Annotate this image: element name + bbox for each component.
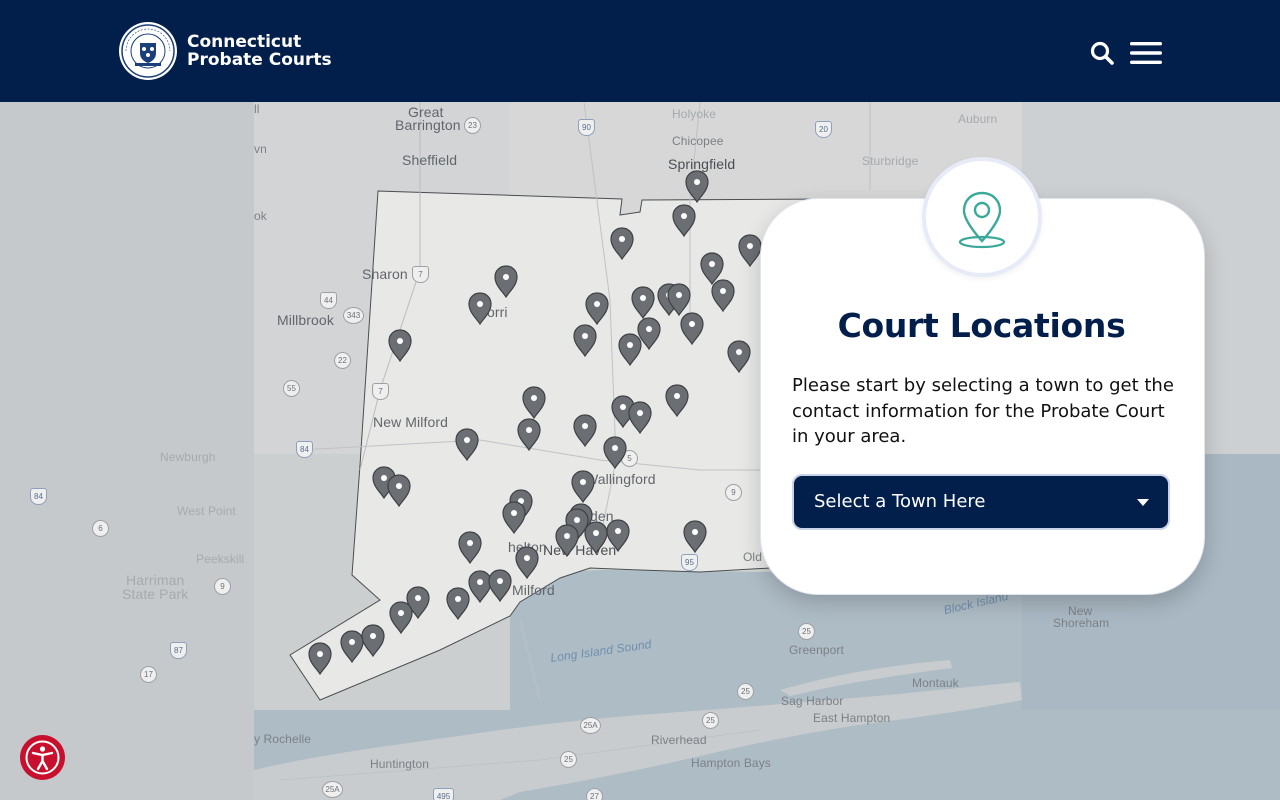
menu-button[interactable] [1129, 40, 1163, 66]
court-location-pin[interactable] [488, 569, 512, 603]
court-location-pin[interactable] [685, 170, 709, 204]
map-pin-icon [958, 191, 1006, 249]
court-location-pin[interactable] [683, 520, 707, 554]
court-location-pin[interactable] [680, 312, 704, 346]
court-location-pin[interactable] [387, 474, 411, 508]
court-location-pin[interactable] [727, 340, 751, 374]
brand-name[interactable]: Connecticut Probate Courts [187, 33, 332, 69]
court-location-pin[interactable] [571, 470, 595, 504]
accessibility-icon [25, 740, 60, 775]
court-location-pin[interactable] [517, 418, 541, 452]
town-select-dropdown[interactable]: Select a Town Here [792, 474, 1170, 530]
court-location-pin[interactable] [308, 642, 332, 676]
court-location-pin[interactable] [631, 286, 655, 320]
court-location-pin[interactable] [389, 601, 413, 635]
court-location-pin[interactable] [522, 386, 546, 420]
court-location-pin[interactable] [585, 292, 609, 326]
court-location-pin[interactable] [455, 428, 479, 462]
site-header: Connecticut Probate Courts [0, 0, 1280, 102]
court-location-pin[interactable] [555, 524, 579, 558]
court-location-pin[interactable] [573, 324, 597, 358]
court-location-pin[interactable] [468, 570, 492, 604]
town-select-label: Select a Town Here [814, 491, 986, 512]
court-location-pin[interactable] [361, 624, 385, 658]
court-location-pin[interactable] [665, 384, 689, 418]
court-location-pin[interactable] [494, 265, 518, 299]
court-location-pin[interactable] [700, 252, 724, 286]
court-location-pin[interactable] [610, 227, 634, 261]
court-location-pin[interactable] [711, 279, 735, 313]
card-title: Court Locations [837, 306, 1126, 345]
brand-line-1: Connecticut [187, 32, 302, 52]
court-location-pin[interactable] [468, 292, 492, 326]
caret-down-icon [1137, 499, 1149, 506]
card-description: Please start by selecting a town to get … [792, 375, 1174, 447]
court-location-pin[interactable] [628, 401, 652, 435]
probate-courts-seal-logo[interactable] [118, 21, 178, 81]
court-location-pin[interactable] [606, 519, 630, 553]
court-location-pin[interactable] [603, 436, 627, 470]
court-location-pin[interactable] [672, 204, 696, 238]
hamburger-menu-icon [1130, 42, 1162, 64]
court-location-pin[interactable] [502, 501, 526, 535]
court-location-pin[interactable] [458, 531, 482, 565]
accessibility-button[interactable] [20, 735, 65, 780]
court-location-pin[interactable] [515, 546, 539, 580]
brand-line-2: Probate Courts [187, 50, 332, 70]
court-location-pin[interactable] [573, 414, 597, 448]
court-location-pin[interactable] [584, 521, 608, 555]
court-location-pin[interactable] [618, 333, 642, 367]
court-location-pin[interactable] [446, 587, 470, 621]
search-button[interactable] [1089, 40, 1115, 66]
card-icon-badge [922, 157, 1042, 277]
search-icon [1090, 41, 1114, 65]
court-location-pin[interactable] [388, 329, 412, 363]
court-location-pin[interactable] [738, 234, 762, 268]
court-location-pin[interactable] [340, 630, 364, 664]
